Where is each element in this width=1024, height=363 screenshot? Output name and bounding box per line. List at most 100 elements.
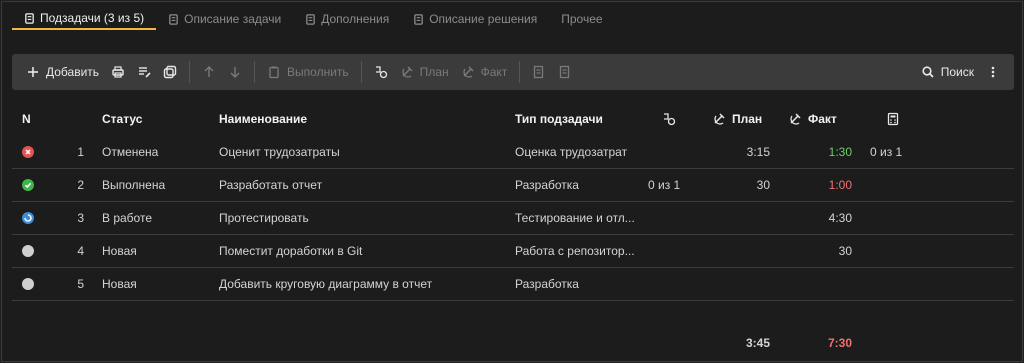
row-plan: 3:15	[746, 145, 770, 159]
filter-button[interactable]	[368, 58, 394, 86]
execute-button-label: Выполнить	[287, 65, 349, 79]
plan-button[interactable]: План	[394, 58, 455, 86]
toolbar-divider	[254, 61, 256, 83]
row-number: 2	[77, 178, 84, 192]
row-number: 5	[77, 277, 84, 291]
table-row[interactable]: 2 Выполнена Разработать отчет Разработка 0 и…	[12, 169, 1014, 202]
done-status-icon	[22, 179, 34, 191]
search-button[interactable]: Поиск	[915, 58, 980, 86]
column-header-plan-label: План	[732, 112, 763, 126]
in-progress-status-icon	[22, 212, 34, 224]
filter-gear-icon	[375, 66, 387, 79]
row-fact: 1:00	[828, 178, 852, 192]
column-header-subtasks[interactable]	[662, 102, 676, 136]
row-name: Добавить круговую диаграмму в отчет	[219, 277, 433, 291]
add-row-button[interactable]	[526, 58, 552, 86]
filter-gear-icon	[664, 113, 676, 126]
row-name: Оценит трудозатраты	[219, 145, 340, 159]
total-fact: 7:30	[827, 336, 852, 350]
row-status: Новая	[102, 244, 137, 258]
calculator-icon	[887, 112, 899, 126]
row-status: В работе	[102, 211, 153, 225]
column-header-plan[interactable]: План	[712, 102, 762, 136]
tab-solution-description[interactable]: Описание решения	[401, 8, 549, 30]
tab-other[interactable]: Прочее	[549, 8, 614, 30]
row-type: Оценка трудозатрат	[515, 145, 628, 159]
execute-button[interactable]: Выполнить	[261, 58, 355, 86]
table-header: N Статус Наименование Тип подзадачи План…	[12, 102, 1014, 136]
row-fact: 1:30	[828, 145, 852, 159]
subtasks-panel: Подзадачи (3 из 5) Описание задачи Допол…	[1, 1, 1023, 362]
column-header-fact[interactable]: Факт	[788, 102, 837, 136]
table-row[interactable]: 1 Отменена Оценит трудозатраты Оценка трудо…	[12, 136, 1014, 169]
toolbar-divider	[519, 61, 521, 83]
list-add-icon	[534, 65, 544, 79]
more-menu-button[interactable]	[980, 58, 1006, 86]
status-indicator	[22, 235, 34, 267]
row-plan: 30	[756, 178, 770, 192]
remove-row-button[interactable]	[552, 58, 578, 86]
row-number: 1	[77, 145, 84, 159]
status-indicator	[22, 268, 34, 300]
search-button-label: Поиск	[940, 65, 974, 79]
document-icon	[25, 12, 34, 24]
column-header-n[interactable]: N	[22, 102, 31, 136]
edit-list-icon	[139, 67, 151, 78]
printer-icon	[112, 66, 124, 78]
hammer-sickle-icon	[402, 66, 413, 78]
table-row[interactable]: 5 Новая Добавить круговую диаграмму в отче…	[12, 268, 1014, 301]
add-button[interactable]: Добавить	[20, 58, 105, 86]
edit-list-button[interactable]	[131, 58, 157, 86]
search-icon	[922, 66, 934, 78]
row-type: Разработка	[515, 178, 579, 192]
tab-additions[interactable]: Дополнения	[293, 8, 401, 30]
list-remove-icon	[560, 65, 570, 79]
toolbar: Добавить Выполнить План Факт Поиск	[12, 54, 1014, 90]
hammer-sickle-icon	[790, 113, 801, 125]
tab-bar: Подзадачи (3 из 5) Описание задачи Допол…	[12, 8, 615, 30]
row-status: Новая	[102, 277, 137, 291]
row-fact: 30	[838, 244, 852, 258]
row-number: 4	[77, 244, 84, 258]
row-extra: 0 из 1	[870, 145, 903, 159]
column-header-type[interactable]: Тип подзадачи	[515, 102, 603, 136]
column-header-calculator[interactable]	[886, 102, 900, 136]
document-icon	[414, 13, 424, 25]
table-row[interactable]: 4 Новая Поместит доработки в Git Работа с р…	[12, 235, 1014, 268]
tab-label: Описание задачи	[184, 12, 282, 26]
subtasks-table: N Статус Наименование Тип подзадачи План…	[12, 102, 1014, 301]
plus-icon	[28, 67, 38, 77]
status-indicator	[22, 202, 34, 234]
new-status-icon	[22, 278, 34, 290]
clipboard-icon	[269, 66, 279, 79]
document-icon	[169, 13, 178, 25]
row-type: Разработка	[515, 277, 579, 291]
move-up-button[interactable]	[196, 58, 222, 86]
row-fact: 4:30	[828, 211, 852, 225]
tab-label: Прочее	[561, 12, 603, 26]
status-indicator	[22, 169, 34, 201]
row-number: 3	[77, 211, 84, 225]
tab-subtasks[interactable]: Подзадачи (3 из 5)	[12, 8, 157, 30]
column-header-status[interactable]: Статус	[102, 102, 142, 136]
row-name: Разработать отчет	[219, 178, 323, 192]
move-down-button[interactable]	[222, 58, 248, 86]
row-type: Тестирование и отл...	[515, 211, 635, 225]
more-vertical-icon	[991, 66, 995, 78]
row-status: Выполнена	[102, 178, 166, 192]
tab-label: Подзадачи (3 из 5)	[40, 11, 145, 25]
fact-button[interactable]: Факт	[455, 58, 514, 86]
copy-icon	[163, 65, 177, 79]
column-header-name[interactable]: Наименование	[219, 102, 307, 136]
hammer-sickle-icon	[714, 113, 725, 125]
toolbar-divider	[360, 61, 362, 83]
copy-button[interactable]	[157, 58, 183, 86]
fact-button-label: Факт	[480, 65, 508, 79]
document-icon	[306, 13, 316, 25]
cancelled-status-icon	[22, 146, 34, 158]
table-row[interactable]: 3 В работе Протестировать Тестирование и от…	[12, 202, 1014, 235]
toolbar-divider	[189, 61, 191, 83]
tab-task-description[interactable]: Описание задачи	[156, 8, 293, 30]
table-body: 1 Отменена Оценит трудозатраты Оценка трудо…	[12, 136, 1014, 301]
print-button[interactable]	[105, 58, 131, 86]
